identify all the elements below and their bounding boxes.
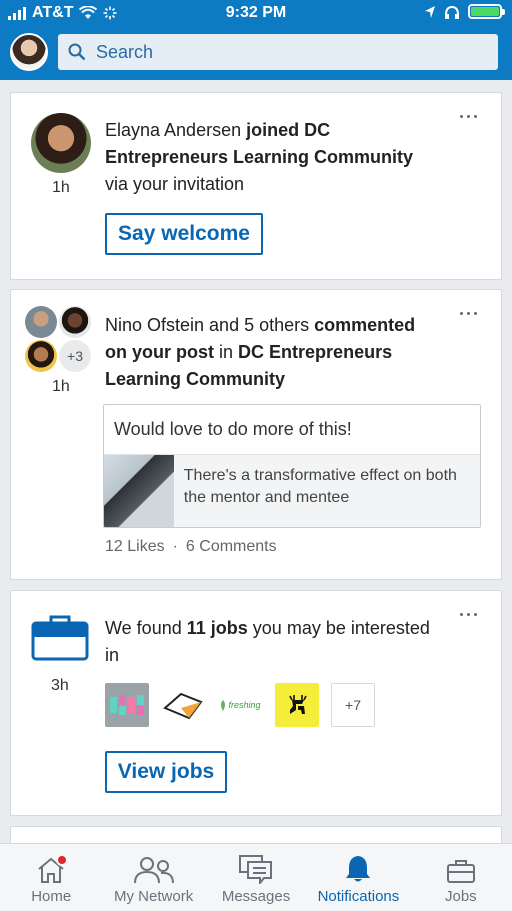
- freshing-logo-text: freshing: [228, 700, 261, 710]
- search-icon: [68, 43, 86, 61]
- nav-label: Notifications: [317, 888, 400, 905]
- bottom-nav: Home My Network Messages Notifications J…: [0, 843, 512, 911]
- battery-icon: [468, 4, 505, 19]
- post-quote: Would love to do more of this!: [104, 405, 480, 455]
- nav-notifications[interactable]: Notifications: [307, 844, 409, 911]
- bell-icon: [346, 856, 371, 882]
- more-commenters-badge: +3: [59, 340, 91, 372]
- profile-avatar[interactable]: [10, 33, 48, 71]
- notification-card-jobs[interactable]: 3h We found 11 jobs you may be intereste…: [10, 590, 502, 816]
- location-icon: [425, 5, 435, 18]
- status-bar: AT&T 9:32 PM: [0, 0, 512, 28]
- search-bar[interactable]: Search: [58, 34, 498, 70]
- notification-badge: [56, 854, 68, 866]
- say-welcome-button[interactable]: Say welcome: [105, 213, 263, 255]
- jobs-prefix: We found: [105, 618, 182, 638]
- avatar[interactable]: [31, 113, 91, 173]
- post-link-title: There's a transformative effect on both …: [183, 467, 457, 506]
- nav-label: Home: [31, 888, 72, 905]
- company-logo[interactable]: [161, 683, 205, 727]
- notification-text[interactable]: Elayna Andersen joined DC Entrepreneurs …: [105, 117, 435, 198]
- avatar[interactable]: [25, 340, 57, 372]
- more-companies-badge[interactable]: +7: [331, 683, 375, 727]
- blocks-logo-icon: [110, 695, 144, 715]
- notification-time: 1h: [52, 378, 70, 395]
- notification-time: 1h: [52, 179, 70, 196]
- view-jobs-button[interactable]: View jobs: [105, 751, 227, 793]
- post-link-preview[interactable]: There's a transformative effect on both …: [104, 455, 480, 527]
- headphones-icon: [445, 5, 459, 19]
- company-logo[interactable]: freshing: [217, 683, 263, 727]
- company-logo[interactable]: [105, 683, 149, 727]
- nav-messages[interactable]: Messages: [205, 844, 307, 911]
- post-thumbnail: [104, 455, 174, 527]
- more-options-icon[interactable]: [460, 613, 477, 616]
- likes-count[interactable]: 12 Likes: [105, 538, 165, 556]
- notification-text[interactable]: Nino Ofstein and 5 others commented on y…: [105, 312, 435, 393]
- actor-name: Nino Ofstein and 5 others: [105, 315, 310, 335]
- separator-dot: ·: [172, 538, 178, 555]
- notification-time: 3h: [51, 677, 69, 694]
- briefcase-icon: [446, 860, 475, 883]
- more-options-icon[interactable]: [460, 115, 477, 118]
- company-logo[interactable]: [275, 683, 319, 727]
- messages-icon: [239, 855, 273, 884]
- deer-logo-icon: [289, 695, 307, 714]
- jobs-count: 11 jobs: [186, 618, 248, 638]
- notification-card-welcome[interactable]: 1h Elayna Andersen joined DC Entrepreneu…: [10, 92, 502, 280]
- avatar[interactable]: [59, 306, 91, 338]
- company-logos: freshing +7: [105, 683, 375, 727]
- nav-label: Messages: [221, 888, 291, 905]
- notification-suffix: via your invitation: [105, 174, 245, 194]
- social-counts: 12 Likes · 6 Comments: [105, 538, 277, 556]
- nav-home[interactable]: Home: [0, 844, 102, 911]
- nav-my-network[interactable]: My Network: [102, 844, 204, 911]
- briefcase-icon: [31, 615, 89, 661]
- notification-card-comments[interactable]: +3 1h Nino Ofstein and 5 others commente…: [10, 289, 502, 580]
- more-options-icon[interactable]: [460, 312, 477, 315]
- nav-label: My Network: [114, 888, 194, 905]
- search-placeholder: Search: [96, 41, 154, 62]
- notification-text[interactable]: We found 11 jobs you may be interested i…: [105, 615, 435, 669]
- avatar[interactable]: [25, 306, 57, 338]
- nav-label: Jobs: [444, 888, 477, 905]
- top-bar: AT&T 9:32 PM Search: [0, 0, 512, 80]
- nav-jobs[interactable]: Jobs: [410, 844, 512, 911]
- comments-count[interactable]: 6 Comments: [186, 538, 277, 556]
- leaf-icon: [221, 699, 226, 711]
- folded-shape-logo-icon: [163, 692, 203, 720]
- people-icon: [133, 857, 174, 884]
- post-preview[interactable]: Would love to do more of this! There's a…: [103, 404, 481, 528]
- actor-name: Elayna Andersen: [105, 120, 242, 140]
- notification-connector: in: [219, 342, 234, 362]
